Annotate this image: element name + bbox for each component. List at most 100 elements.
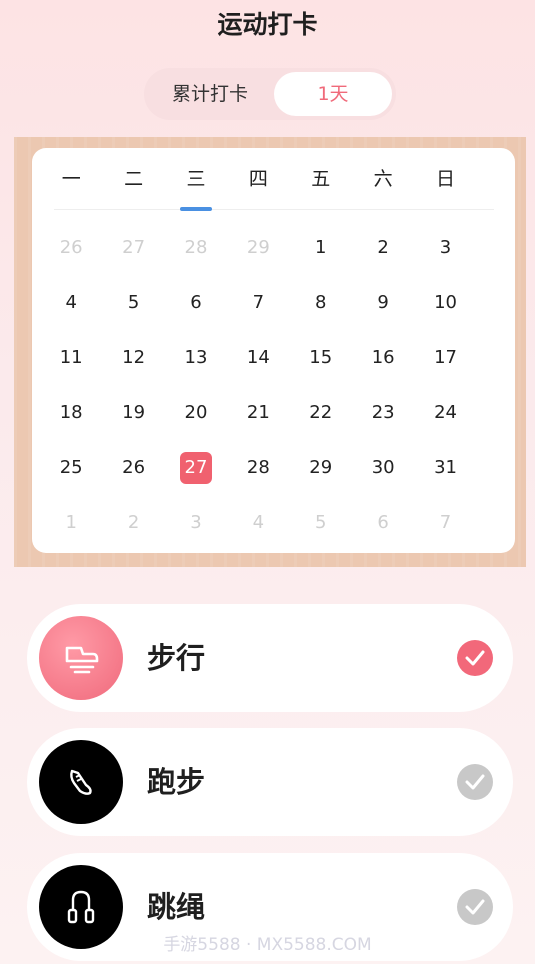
calendar-day[interactable]: 12 (102, 330, 164, 385)
calendar-divider (54, 209, 494, 210)
calendar-day[interactable]: 28 (165, 220, 227, 275)
calendar-day[interactable]: 27 (102, 220, 164, 275)
day-number: 14 (246, 346, 270, 368)
calendar-day[interactable]: 20 (165, 385, 227, 440)
calendar-day[interactable]: 31 (414, 440, 476, 495)
calendar-day[interactable]: 6 (352, 495, 414, 550)
calendar-day[interactable]: 29 (290, 440, 352, 495)
day-number: 4 (65, 291, 77, 313)
day-number: 29 (246, 236, 270, 258)
day-number: 4 (252, 511, 265, 533)
calendar-day[interactable]: 30 (352, 440, 414, 495)
weekday-label: 六 (373, 168, 393, 190)
calendar-day[interactable]: 28 (227, 440, 289, 495)
calendar-day[interactable]: 18 (40, 385, 102, 440)
day-number: 17 (434, 346, 457, 368)
calendar-day[interactable]: 10 (414, 275, 476, 330)
calendar-day[interactable]: 9 (352, 275, 414, 330)
calendar-day[interactable]: 7 (227, 275, 289, 330)
calendar-day[interactable]: 29 (227, 220, 289, 275)
weekday-label: 四 (248, 168, 268, 190)
day-number: 9 (377, 291, 389, 313)
calendar-day[interactable]: 22 (290, 385, 352, 440)
calendar-day[interactable]: 2 (102, 495, 164, 550)
calendar-day[interactable]: 13 (165, 330, 227, 385)
calendar-day[interactable]: 1 (40, 495, 102, 550)
calendar-day[interactable]: 6 (165, 275, 227, 330)
calendar-day[interactable]: 25 (40, 440, 102, 495)
day-number: 22 (309, 401, 333, 423)
weekday-indicator (180, 207, 212, 211)
calendar-day-today[interactable]: 27 (165, 440, 227, 495)
counter-value: 1天 (274, 72, 392, 116)
calendar-day[interactable]: 5 (290, 495, 352, 550)
day-number: 30 (371, 456, 395, 478)
counter-label: 累计打卡 (172, 83, 249, 105)
day-number: 25 (59, 456, 83, 478)
day-number: 6 (377, 511, 389, 533)
calendar-day[interactable]: 17 (414, 330, 476, 385)
check-icon[interactable] (457, 889, 493, 925)
day-number: 28 (184, 236, 208, 258)
calendar-day[interactable]: 3 (414, 220, 476, 275)
check-icon[interactable] (457, 640, 493, 676)
day-number: 18 (59, 401, 83, 423)
running-shoe-icon (39, 740, 123, 824)
calendar-day[interactable]: 14 (227, 330, 289, 385)
calendar-day[interactable]: 4 (40, 275, 102, 330)
calendar-day[interactable]: 24 (414, 385, 476, 440)
day-number: 26 (122, 456, 146, 478)
day-number: 5 (315, 511, 327, 533)
day-number: 1 (65, 511, 77, 533)
calendar-day[interactable]: 3 (165, 495, 227, 550)
calendar: 一二三四五六日 26 27 28 29 1 2 3 4 5 6 7 8 9 10 11 12 13 14 15 16 1… (32, 148, 515, 553)
calendar-day[interactable]: 15 (290, 330, 352, 385)
day-number: 29 (309, 456, 333, 478)
watermark: 手游5588 · MX5588.COM (163, 935, 372, 955)
activity-label: 步行 (147, 641, 206, 675)
activity-label: 跑步 (147, 765, 206, 799)
day-number: 12 (122, 346, 146, 368)
day-number: 27 (179, 451, 212, 484)
day-number: 20 (184, 401, 208, 423)
check-icon[interactable] (457, 764, 493, 800)
day-number: 16 (371, 346, 395, 368)
day-number: 21 (246, 401, 270, 423)
day-number: 3 (439, 236, 452, 258)
weekday-label: 二 (124, 168, 144, 190)
day-number: 28 (246, 456, 270, 478)
day-number: 7 (439, 511, 452, 533)
weekday-header: 一二三四五六日 (40, 166, 508, 192)
day-number: 8 (315, 291, 327, 313)
day-number: 7 (252, 291, 265, 313)
calendar-day[interactable]: 19 (102, 385, 164, 440)
calendar-day[interactable]: 26 (40, 220, 102, 275)
day-number: 23 (371, 401, 395, 423)
weekday-label: 一 (61, 168, 81, 190)
day-number: 5 (127, 291, 140, 313)
calendar-day[interactable]: 21 (227, 385, 289, 440)
day-number: 2 (377, 236, 389, 258)
day-number: 3 (190, 511, 202, 533)
day-number: 24 (434, 401, 457, 423)
weekday-label: 三 (186, 168, 206, 190)
activity-card-walk[interactable]: 步行 (27, 604, 513, 712)
day-number: 26 (59, 236, 83, 258)
calendar-day[interactable]: 7 (414, 495, 476, 550)
page-title: 运动打卡 (217, 10, 318, 39)
calendar-day[interactable]: 1 (290, 220, 352, 275)
calendar-day[interactable]: 2 (352, 220, 414, 275)
calendar-day[interactable]: 8 (290, 275, 352, 330)
calendar-day[interactable]: 16 (352, 330, 414, 385)
calendar-day[interactable]: 23 (352, 385, 414, 440)
calendar-day[interactable]: 4 (227, 495, 289, 550)
checkin-counter: 累计打卡 1天 (144, 68, 396, 120)
weekday-label: 日 (436, 168, 456, 190)
activity-card-run[interactable]: 跑步 (27, 728, 513, 836)
calendar-day[interactable]: 26 (102, 440, 164, 495)
calendar-day[interactable]: 11 (40, 330, 102, 385)
day-number: 31 (434, 456, 457, 478)
day-number: 27 (122, 236, 146, 258)
calendar-day[interactable]: 5 (102, 275, 164, 330)
shoe-walk-icon (39, 616, 123, 700)
